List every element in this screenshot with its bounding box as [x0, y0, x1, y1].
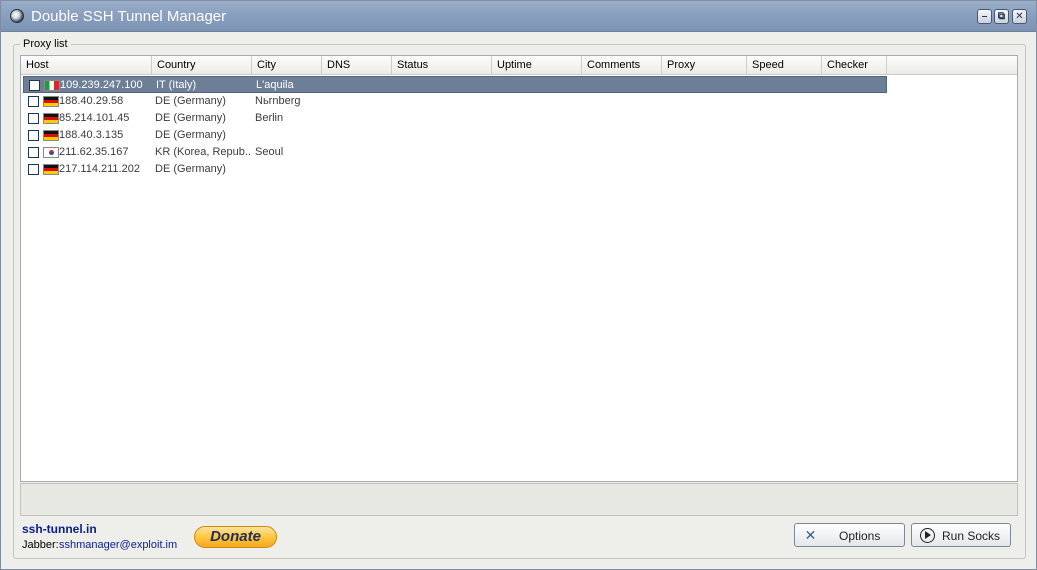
column-header-comments[interactable]: Comments: [582, 56, 662, 74]
options-button[interactable]: ✕ Options: [794, 523, 905, 547]
tools-icon: ✕: [804, 527, 817, 543]
host-cell: 85.214.101.45: [59, 112, 130, 124]
jabber-label: Jabber:: [22, 539, 59, 551]
column-header-host[interactable]: Host: [21, 56, 152, 74]
app-icon[interactable]: [10, 9, 24, 23]
column-header-uptime[interactable]: Uptime: [492, 56, 582, 74]
options-label: Options: [839, 529, 881, 543]
minimize-button[interactable]: –: [977, 9, 992, 24]
country-cell: IT (Italy): [156, 79, 197, 91]
proxy-row[interactable]: 85.214.101.45 DE (Germany) Berlin: [23, 110, 887, 127]
column-header-country[interactable]: Country: [152, 56, 252, 74]
row-checkbox[interactable]: [28, 164, 39, 175]
country-cell: DE (Germany): [155, 163, 226, 175]
close-button[interactable]: ✕: [1012, 9, 1027, 24]
host-cell: 188.40.3.135: [59, 129, 124, 141]
city-cell: [255, 161, 321, 178]
play-icon: [920, 528, 935, 543]
country-cell: KR (Korea, Repub...: [155, 146, 251, 158]
proxy-list-view[interactable]: Host Country City DNS Status Uptime Comm…: [20, 55, 1018, 482]
host-cell: 188.40.29.58: [59, 95, 124, 107]
proxy-row[interactable]: 188.40.29.58 DE (Germany) Nьrnberg: [23, 93, 887, 110]
site-link[interactable]: ssh-tunnel.in: [22, 522, 97, 536]
kr-flag-icon: [43, 147, 59, 158]
list-header: Host Country City DNS Status Uptime Comm…: [21, 56, 1017, 75]
jabber-link[interactable]: sshmanager@exploit.im: [59, 539, 177, 551]
column-header-city[interactable]: City: [252, 56, 322, 74]
donate-button[interactable]: Donate: [194, 526, 277, 548]
proxy-row[interactable]: 188.40.3.135 DE (Germany): [23, 127, 887, 144]
maximize-button[interactable]: ⧉: [994, 9, 1009, 24]
proxy-list-label: Proxy list: [20, 38, 71, 50]
row-checkbox[interactable]: [28, 147, 39, 158]
city-cell: Berlin: [255, 112, 284, 124]
main-window: Double SSH Tunnel Manager – ⧉ ✕ Proxy li…: [0, 0, 1037, 570]
de-flag-icon: [43, 164, 59, 175]
proxy-row[interactable]: 217.114.211.202 DE (Germany): [23, 161, 887, 178]
city-cell: L'aquila: [256, 79, 294, 91]
row-checkbox[interactable]: [28, 96, 39, 107]
proxy-row[interactable]: 109.239.247.100 IT (Italy) L'aquila: [23, 76, 887, 93]
proxy-row[interactable]: 211.62.35.167 KR (Korea, Repub... Seoul: [23, 144, 887, 161]
host-cell: 109.239.247.100: [60, 79, 143, 91]
country-cell: DE (Germany): [155, 95, 226, 107]
host-cell: 217.114.211.202: [59, 163, 140, 175]
run-socks-label: Run Socks: [942, 529, 1001, 543]
run-socks-button[interactable]: Run Socks: [911, 523, 1011, 547]
column-header-speed[interactable]: Speed: [747, 56, 822, 74]
country-cell: DE (Germany): [155, 129, 226, 141]
window-title: Double SSH Tunnel Manager: [31, 8, 227, 25]
column-header-checker[interactable]: Checker: [822, 56, 887, 74]
host-cell: 211.62.35.167: [59, 146, 129, 158]
status-panel: [20, 483, 1018, 516]
city-cell: [255, 127, 321, 144]
column-header-proxy[interactable]: Proxy: [662, 56, 747, 74]
row-checkbox[interactable]: [28, 130, 39, 141]
row-checkbox[interactable]: [29, 80, 40, 91]
row-checkbox[interactable]: [28, 113, 39, 124]
de-flag-icon: [43, 96, 59, 107]
de-flag-icon: [43, 130, 59, 141]
title-bar[interactable]: Double SSH Tunnel Manager – ⧉ ✕: [1, 1, 1036, 32]
column-header-dns[interactable]: DNS: [322, 56, 392, 74]
column-header-status[interactable]: Status: [392, 56, 492, 74]
de-flag-icon: [43, 113, 59, 124]
city-cell: Nьrnberg: [255, 95, 301, 107]
it-flag-icon: [44, 80, 60, 91]
country-cell: DE (Germany): [155, 112, 226, 124]
city-cell: Seoul: [255, 146, 284, 158]
